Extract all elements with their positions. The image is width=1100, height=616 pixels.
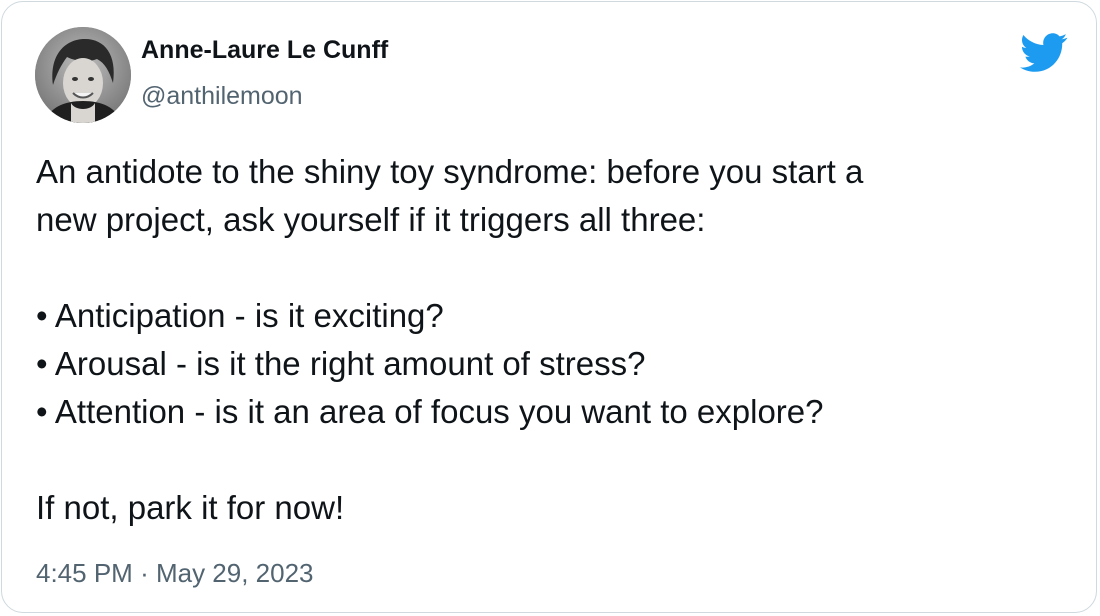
twitter-bird-icon[interactable] xyxy=(1020,33,1068,73)
tweet-bullet-anticipation: • Anticipation - is it exciting? xyxy=(36,297,444,334)
tweet-bullet-arousal: • Arousal - is it the right amount of st… xyxy=(36,345,646,382)
tweet-timestamp[interactable]: 4:45 PM · May 29, 2023 xyxy=(36,558,314,589)
author-display-name[interactable]: Anne-Laure Le Cunff xyxy=(141,36,388,65)
tweet-text: An antidote to the shiny toy syndrome: b… xyxy=(36,148,1076,532)
avatar-photo xyxy=(35,27,131,123)
tweet-line: An antidote to the shiny toy syndrome: b… xyxy=(36,153,864,190)
timestamp-separator: · xyxy=(140,558,149,588)
avatar[interactable] xyxy=(35,27,131,123)
tweet-line-closing: If not, park it for now! xyxy=(36,489,345,526)
tweet-bullet-attention: • Attention - is it an area of focus you… xyxy=(36,393,824,430)
author-handle[interactable]: @anthilemoon xyxy=(141,82,303,111)
tweet-line: new project, ask yourself if it triggers… xyxy=(36,201,706,238)
tweet-card: Anne-Laure Le Cunff @anthilemoon An anti… xyxy=(1,1,1097,613)
tweet-date: May 29, 2023 xyxy=(155,558,314,588)
tweet-time: 4:45 PM xyxy=(36,558,133,588)
